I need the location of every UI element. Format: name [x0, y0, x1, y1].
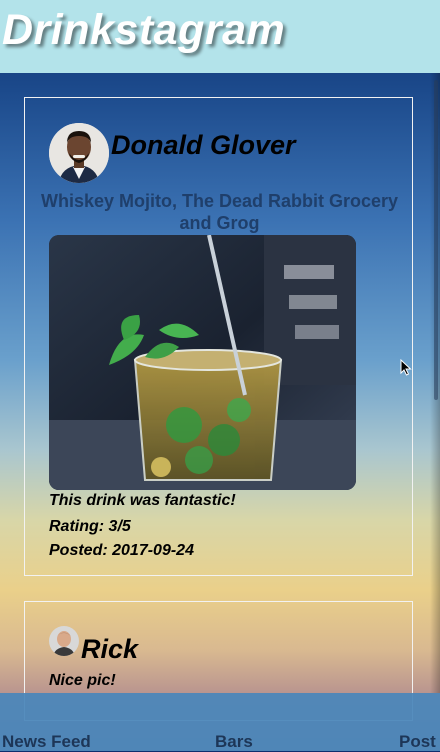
comment-text: Nice pic! — [49, 672, 116, 689]
nav-post[interactable]: Post — [399, 732, 436, 752]
app-header: Drinkstagram — [0, 0, 440, 73]
app-title: Drinkstagram — [2, 6, 286, 54]
nav-bars[interactable]: Bars — [215, 732, 253, 752]
mojito-image — [49, 235, 356, 490]
user-avatar[interactable] — [49, 123, 109, 183]
post-rating: Rating: 3/5 — [49, 518, 131, 535]
user-name[interactable]: Donald Glover — [111, 130, 296, 161]
nav-news-feed[interactable]: News Feed — [2, 732, 91, 752]
bottom-nav: News Feed Bars Post — [0, 693, 440, 751]
drink-caption: Whiskey Mojito, The Dead Rabbit Grocery … — [40, 191, 399, 233]
post-comment: This drink was fantastic! — [49, 492, 236, 509]
scrollbar[interactable] — [434, 80, 438, 400]
commenter-avatar[interactable] — [49, 626, 79, 656]
avatar-portrait-icon — [49, 123, 109, 183]
commenter-name[interactable]: Rick — [81, 634, 138, 665]
post-card[interactable]: Donald Glover Whiskey Mojito, The Dead R… — [24, 97, 413, 576]
drink-photo[interactable] — [49, 235, 356, 490]
avatar-portrait-icon — [49, 626, 79, 656]
post-date: Posted: 2017-09-24 — [49, 542, 194, 559]
mouse-cursor-icon — [400, 359, 412, 376]
